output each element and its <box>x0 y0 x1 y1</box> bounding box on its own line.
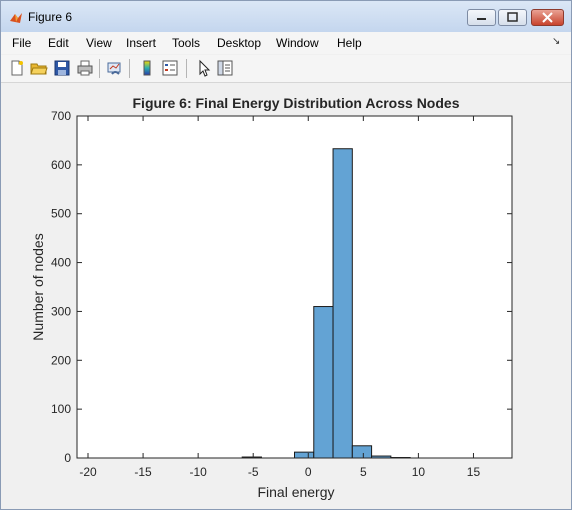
x-tick-label: 15 <box>467 465 481 479</box>
axes-background[interactable] <box>77 116 512 458</box>
window-title: Figure 6 <box>28 10 72 24</box>
x-tick-label: -5 <box>248 465 259 479</box>
edit-plot-icon[interactable] <box>195 59 213 77</box>
histogram-bar <box>295 452 314 458</box>
y-tick-label: 400 <box>51 256 71 270</box>
title-bar[interactable]: Figure 6 <box>1 1 571 32</box>
menu-file[interactable]: File <box>12 36 31 50</box>
toolbar-separator <box>129 59 130 78</box>
insert-legend-icon[interactable] <box>161 59 179 77</box>
figure-window: Figure 6 File Edit View Insert Tools Des… <box>0 0 572 510</box>
y-tick-label: 200 <box>51 353 71 367</box>
x-tick-label: 0 <box>305 465 312 479</box>
property-inspector-icon[interactable] <box>216 59 234 77</box>
chart-title: Figure 6: Final Energy Distribution Acro… <box>133 95 460 111</box>
menu-view[interactable]: View <box>86 36 112 50</box>
menu-desktop[interactable]: Desktop <box>217 36 261 50</box>
y-tick-label: 500 <box>51 207 71 221</box>
y-tick-label: 600 <box>51 158 71 172</box>
expand-menu-icon[interactable]: ↘ <box>552 36 560 47</box>
menu-help[interactable]: Help <box>337 36 362 50</box>
figure-canvas: 0 100 200 300 400 500 600 700 -20 -15 -10 -5 0 5 10 15… <box>1 83 571 509</box>
histogram-bar <box>333 149 352 458</box>
maximize-button[interactable] <box>498 9 527 26</box>
x-tick-label: 10 <box>412 465 426 479</box>
link-plot-icon[interactable] <box>106 59 124 77</box>
x-tick-label: -20 <box>79 465 97 479</box>
print-icon[interactable] <box>76 59 94 77</box>
open-file-icon[interactable] <box>30 59 48 77</box>
save-icon[interactable] <box>53 59 71 77</box>
histogram-bar <box>314 307 333 458</box>
histogram-chart: 0 100 200 300 400 500 600 700 -20 -15 -10 -5 0 5 10 15… <box>1 83 571 509</box>
menu-window[interactable]: Window <box>276 36 319 50</box>
menu-edit[interactable]: Edit <box>48 36 69 50</box>
y-tick-label: 700 <box>51 109 71 123</box>
menu-insert[interactable]: Insert <box>126 36 156 50</box>
y-tick-label: 0 <box>64 451 71 465</box>
close-icon <box>532 10 563 25</box>
menu-tools[interactable]: Tools <box>172 36 200 50</box>
close-button[interactable] <box>531 9 564 26</box>
menu-bar: File Edit View Insert Tools Desktop Wind… <box>1 32 571 54</box>
x-tick-label: -10 <box>189 465 207 479</box>
y-tick-label: 300 <box>51 304 71 318</box>
minimize-icon <box>468 10 495 25</box>
maximize-icon <box>499 10 526 25</box>
toolbar-separator <box>99 59 100 78</box>
x-tick-label: 5 <box>360 465 367 479</box>
minimize-button[interactable] <box>467 9 496 26</box>
matlab-icon <box>9 11 23 25</box>
toolbar <box>1 55 571 83</box>
toolbar-separator <box>186 59 187 78</box>
insert-colorbar-icon[interactable] <box>138 59 156 77</box>
new-figure-icon[interactable] <box>8 59 26 77</box>
x-axis-label: Final energy <box>257 484 334 500</box>
histogram-bar <box>352 446 371 458</box>
x-tick-label: -15 <box>134 465 152 479</box>
y-tick-label: 100 <box>51 402 71 416</box>
y-axis-label: Number of nodes <box>30 233 46 340</box>
